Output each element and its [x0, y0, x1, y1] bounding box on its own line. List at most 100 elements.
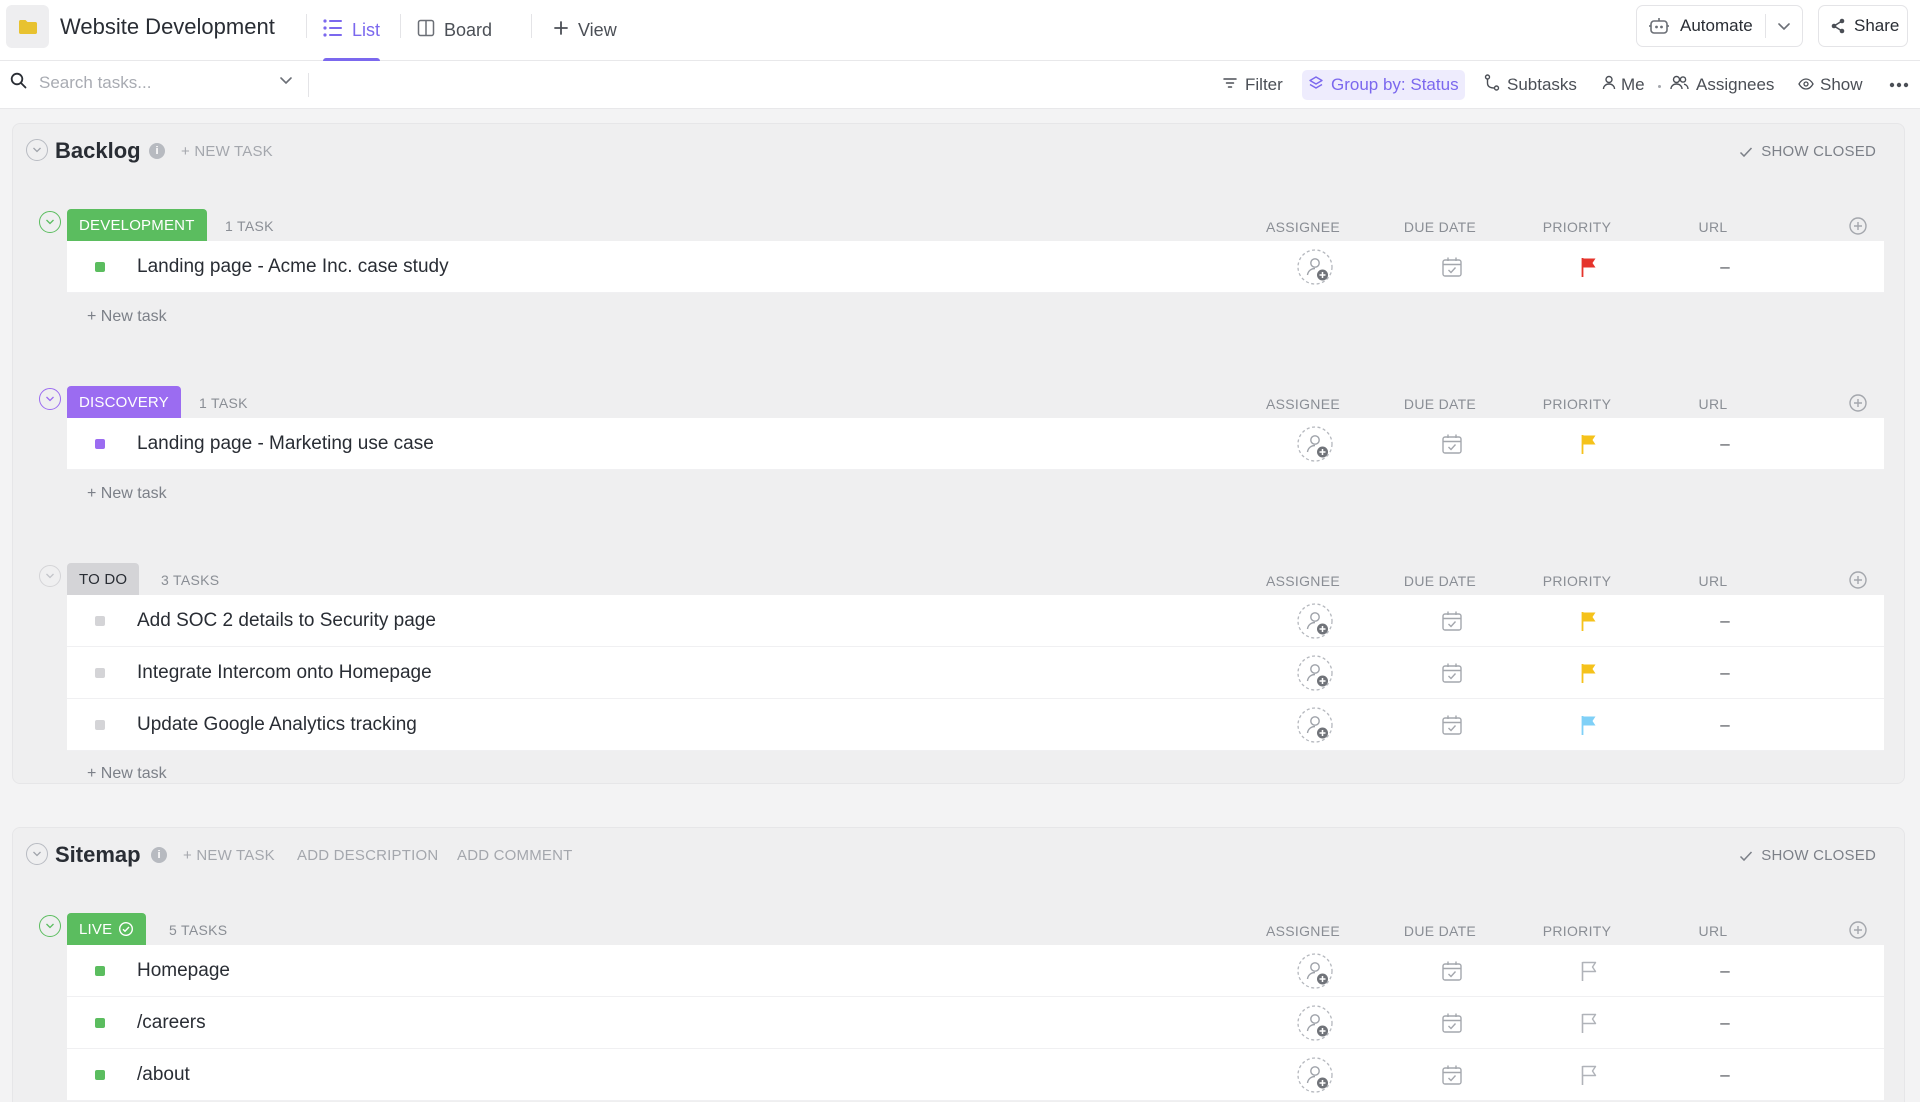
calendar-icon[interactable] — [1441, 997, 1463, 1049]
url-value[interactable]: – — [1720, 997, 1729, 1049]
automate-button[interactable]: Automate — [1636, 5, 1803, 47]
collapse-toggle[interactable] — [39, 565, 61, 587]
collapse-toggle[interactable] — [39, 388, 61, 410]
filter-button[interactable]: Filter — [1216, 70, 1289, 100]
info-icon[interactable]: i — [149, 143, 165, 159]
new-task-button[interactable]: + New task — [87, 765, 167, 783]
table-row[interactable]: Landing page - Acme Inc. case study – — [67, 241, 1884, 293]
table-row[interactable]: Homepage – — [67, 945, 1884, 997]
subtasks-button[interactable]: Subtasks — [1478, 70, 1583, 100]
folder-icon[interactable] — [6, 5, 49, 48]
status-indicator[interactable] — [95, 262, 105, 272]
show-closed-button[interactable]: SHOW CLOSED — [1739, 143, 1876, 160]
status-indicator[interactable] — [95, 439, 105, 449]
status-pill[interactable]: LIVE — [67, 913, 147, 945]
assignee-add-icon[interactable] — [1296, 595, 1334, 647]
column-header-url[interactable]: URL — [1699, 396, 1728, 412]
priority-flag-icon[interactable] — [1579, 647, 1599, 699]
task-name[interactable]: /about — [137, 1064, 190, 1086]
new-task-button[interactable]: + New task — [87, 485, 167, 503]
calendar-icon[interactable] — [1441, 595, 1463, 647]
more-options-icon[interactable] — [1883, 79, 1915, 91]
table-row[interactable]: /about – — [67, 1049, 1884, 1101]
task-name[interactable]: Integrate Intercom onto Homepage — [137, 662, 432, 684]
new-task-button[interactable]: + New task — [87, 308, 167, 326]
priority-flag-icon[interactable] — [1579, 418, 1599, 470]
status-indicator[interactable] — [95, 668, 105, 678]
add-comment-link[interactable]: ADD COMMENT — [457, 847, 573, 864]
column-header-due-date[interactable]: DUE DATE — [1404, 219, 1476, 235]
priority-flag-icon[interactable] — [1579, 699, 1599, 751]
column-header-priority[interactable]: PRIORITY — [1543, 923, 1612, 939]
collapse-toggle[interactable] — [26, 843, 48, 865]
priority-flag-icon[interactable] — [1579, 1049, 1599, 1101]
status-indicator[interactable] — [95, 1070, 105, 1080]
column-header-url[interactable]: URL — [1699, 923, 1728, 939]
table-row[interactable]: Add SOC 2 details to Security page – — [67, 595, 1884, 647]
task-name[interactable]: /careers — [137, 1012, 206, 1034]
task-name[interactable]: Add SOC 2 details to Security page — [137, 610, 436, 632]
share-button[interactable]: Share — [1818, 5, 1908, 47]
status-indicator[interactable] — [95, 1018, 105, 1028]
tab-list[interactable]: List — [323, 0, 381, 61]
assignee-add-icon[interactable] — [1296, 945, 1334, 997]
collapse-toggle[interactable] — [39, 211, 61, 233]
status-indicator[interactable] — [95, 966, 105, 976]
url-value[interactable]: – — [1720, 1049, 1729, 1101]
calendar-icon[interactable] — [1441, 241, 1463, 293]
show-button[interactable]: Show — [1792, 70, 1869, 100]
info-icon[interactable]: i — [151, 847, 167, 863]
add-column-icon[interactable] — [1848, 570, 1868, 595]
add-column-icon[interactable] — [1848, 393, 1868, 418]
table-row[interactable]: Integrate Intercom onto Homepage – — [67, 647, 1884, 699]
new-task-link[interactable]: + NEW TASK — [181, 143, 273, 160]
status-pill[interactable]: DISCOVERY — [67, 386, 181, 418]
column-header-priority[interactable]: PRIORITY — [1543, 219, 1612, 235]
column-header-assignee[interactable]: ASSIGNEE — [1266, 923, 1340, 939]
assignee-add-icon[interactable] — [1296, 241, 1334, 293]
calendar-icon[interactable] — [1441, 699, 1463, 751]
me-button[interactable]: Me — [1596, 70, 1651, 100]
assignee-add-icon[interactable] — [1296, 647, 1334, 699]
calendar-icon[interactable] — [1441, 418, 1463, 470]
calendar-icon[interactable] — [1441, 647, 1463, 699]
priority-flag-icon[interactable] — [1579, 945, 1599, 997]
column-header-priority[interactable]: PRIORITY — [1543, 573, 1612, 589]
table-row[interactable]: Landing page - Marketing use case – — [67, 418, 1884, 470]
chevron-down-icon[interactable] — [277, 71, 295, 94]
assignee-add-icon[interactable] — [1296, 997, 1334, 1049]
url-value[interactable]: – — [1720, 647, 1729, 699]
status-indicator[interactable] — [95, 720, 105, 730]
add-column-icon[interactable] — [1848, 920, 1868, 945]
assignee-add-icon[interactable] — [1296, 418, 1334, 470]
assignee-add-icon[interactable] — [1296, 1049, 1334, 1101]
assignee-add-icon[interactable] — [1296, 699, 1334, 751]
collapse-toggle[interactable] — [39, 915, 61, 937]
status-indicator[interactable] — [95, 616, 105, 626]
show-closed-button[interactable]: SHOW CLOSED — [1739, 847, 1876, 864]
priority-flag-icon[interactable] — [1579, 997, 1599, 1049]
column-header-url[interactable]: URL — [1699, 573, 1728, 589]
tab-board[interactable]: Board — [417, 0, 492, 61]
column-header-priority[interactable]: PRIORITY — [1543, 396, 1612, 412]
task-name[interactable]: Homepage — [137, 960, 230, 982]
assignees-button[interactable]: Assignees — [1664, 70, 1780, 100]
column-header-url[interactable]: URL — [1699, 219, 1728, 235]
add-view-button[interactable]: View — [553, 0, 617, 61]
priority-flag-icon[interactable] — [1579, 595, 1599, 647]
url-value[interactable]: – — [1720, 418, 1729, 470]
chevron-down-icon[interactable] — [1775, 17, 1793, 40]
column-header-due-date[interactable]: DUE DATE — [1404, 923, 1476, 939]
calendar-icon[interactable] — [1441, 945, 1463, 997]
url-value[interactable]: – — [1720, 595, 1729, 647]
url-value[interactable]: – — [1720, 699, 1729, 751]
search-box[interactable] — [10, 71, 295, 94]
table-row[interactable]: Update Google Analytics tracking – — [67, 699, 1884, 751]
task-name[interactable]: Landing page - Acme Inc. case study — [137, 256, 449, 278]
task-name[interactable]: Landing page - Marketing use case — [137, 433, 434, 455]
new-task-link[interactable]: + NEW TASK — [183, 847, 275, 864]
column-header-due-date[interactable]: DUE DATE — [1404, 573, 1476, 589]
group-by-button[interactable]: Group by: Status — [1302, 70, 1465, 100]
priority-flag-icon[interactable] — [1579, 241, 1599, 293]
column-header-assignee[interactable]: ASSIGNEE — [1266, 396, 1340, 412]
